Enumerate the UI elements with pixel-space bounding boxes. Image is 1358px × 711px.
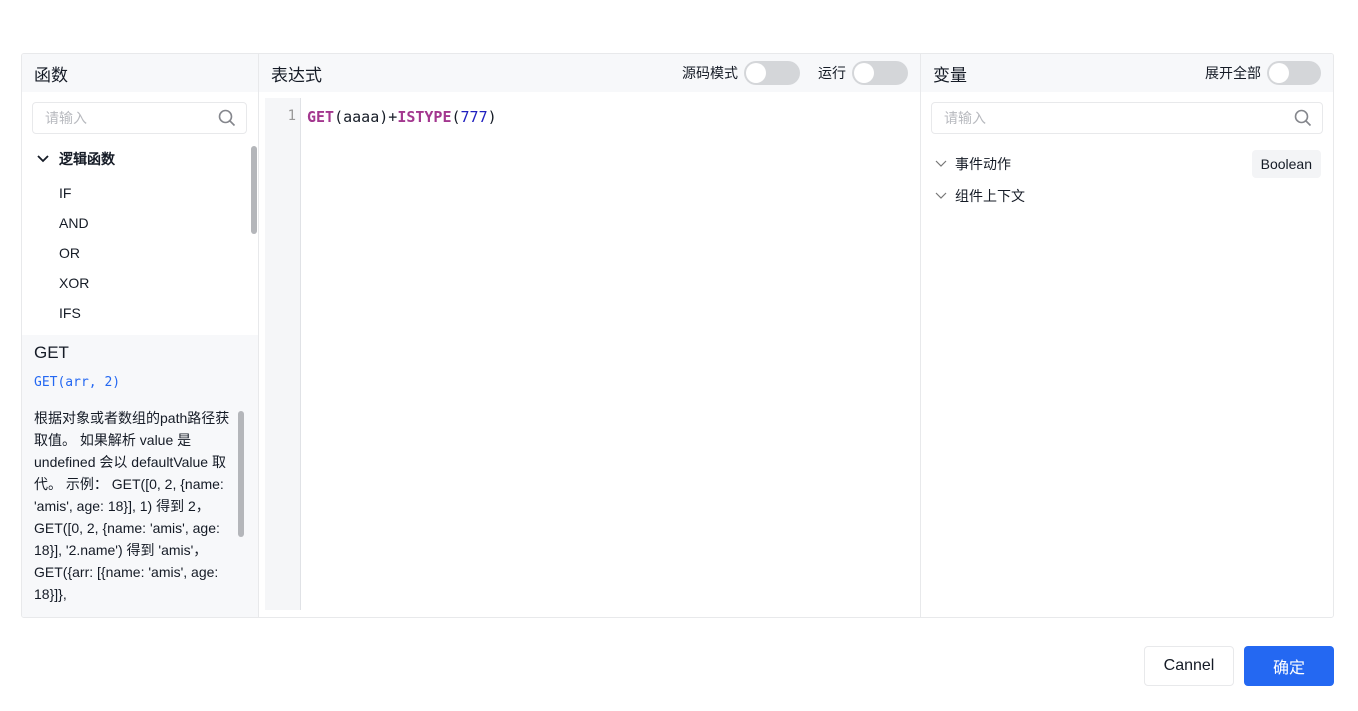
variable-label: 事件动作 — [955, 156, 1011, 172]
search-icon[interactable] — [218, 109, 236, 127]
function-item[interactable]: XOR — [22, 268, 258, 298]
function-detail-signature: GET(arr, 2) — [34, 375, 121, 390]
code-text: (aaaa)+ — [334, 108, 398, 126]
line-number: 1 — [265, 98, 301, 610]
function-item[interactable]: OR — [22, 238, 258, 268]
expression-title: 表达式 — [271, 65, 322, 85]
type-badge: Boolean — [1251, 150, 1321, 178]
code-number: 777 — [460, 108, 488, 126]
function-list: 逻辑函数 IF AND OR XOR IFS — [22, 144, 258, 328]
source-mode-toggle[interactable] — [744, 61, 800, 85]
group-label: 逻辑函数 — [59, 151, 115, 167]
function-detail-description: 根据对象或者数组的path路径获取值。 如果解析 value 是 undefin… — [34, 410, 230, 602]
function-group-logic[interactable]: 逻辑函数 — [22, 144, 258, 174]
function-search-input[interactable]: 请输入 — [32, 102, 247, 134]
chevron-down-icon — [37, 155, 49, 163]
functions-column: 函数 请输入 逻辑函数 IF AND OR XOR IFS GET GET(ar… — [22, 54, 259, 617]
run-label: 运行 — [818, 65, 846, 81]
function-list-scrollbar[interactable] — [251, 146, 257, 234]
description-scrollbar[interactable] — [238, 411, 244, 537]
variables-title: 变量 — [933, 65, 967, 85]
variables-column: 变量 展开全部 请输入 事件动作 Boolean 组件上下文 — [921, 54, 1333, 617]
code-text: ( — [451, 108, 461, 126]
code-text: ) — [487, 108, 497, 126]
variable-tree-item[interactable]: 组件上下文 — [935, 181, 1321, 211]
code-fn: ISTYPE — [397, 108, 452, 126]
source-mode-label: 源码模式 — [682, 65, 738, 81]
search-placeholder: 请输入 — [944, 110, 986, 126]
variable-search-input[interactable]: 请输入 — [931, 102, 1323, 134]
cancel-button[interactable]: Cannel — [1144, 646, 1234, 686]
function-item[interactable]: AND — [22, 208, 258, 238]
variable-label: 组件上下文 — [955, 188, 1025, 204]
chevron-down-icon — [935, 192, 947, 199]
variable-tree-item[interactable]: 事件动作 Boolean — [935, 149, 1321, 179]
function-item[interactable]: IF — [22, 178, 258, 208]
chevron-down-icon — [935, 160, 947, 167]
confirm-button[interactable]: 确定 — [1244, 646, 1334, 686]
run-toggle[interactable] — [852, 61, 908, 85]
expand-all-label: 展开全部 — [1205, 65, 1261, 81]
expand-all-toggle[interactable] — [1267, 61, 1321, 85]
search-placeholder: 请输入 — [45, 110, 87, 126]
function-item[interactable]: IFS — [22, 298, 258, 328]
search-icon[interactable] — [1294, 109, 1312, 127]
formula-editor-panel: 函数 请输入 逻辑函数 IF AND OR XOR IFS GET GET(ar… — [21, 53, 1334, 618]
functions-title: 函数 — [34, 65, 68, 85]
functions-header: 函数 — [22, 54, 258, 92]
expression-header: 表达式 源码模式 运行 — [259, 54, 920, 92]
function-detail-name: GET — [34, 343, 69, 362]
code-line[interactable]: GET(aaaa)+ISTYPE(777) — [301, 98, 503, 610]
variables-header: 变量 展开全部 — [921, 54, 1333, 92]
function-detail: GET GET(arr, 2) 根据对象或者数组的path路径获取值。 如果解析… — [22, 335, 258, 617]
code-fn: GET — [307, 108, 335, 126]
expression-column: 表达式 源码模式 运行 1 GET(aaaa)+ISTYPE(777) — [259, 54, 921, 617]
code-editor[interactable]: 1 GET(aaaa)+ISTYPE(777) — [265, 98, 920, 610]
